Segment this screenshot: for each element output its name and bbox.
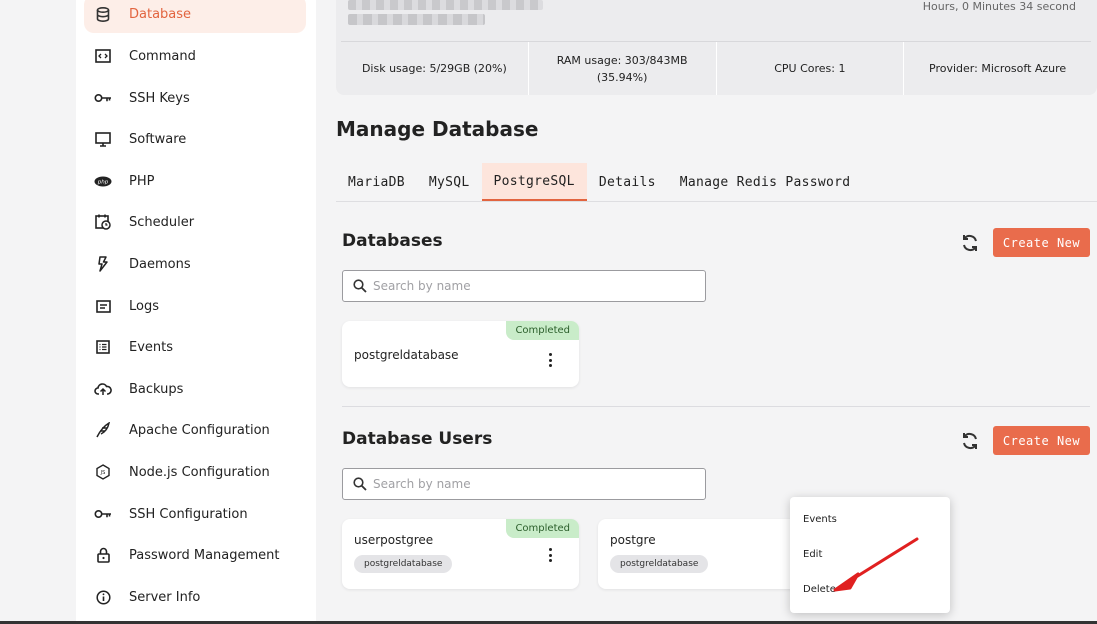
section-divider xyxy=(342,406,1090,407)
create-database-button[interactable]: Create New xyxy=(993,228,1090,257)
server-summary-card: Hours, 0 Minutes 34 second Disk usage: 5… xyxy=(336,0,1097,95)
sidebar-item-label: Database xyxy=(129,6,192,22)
ram-usage: RAM usage: 303/843MB (35.94%) xyxy=(529,42,717,95)
create-user-button[interactable]: Create New xyxy=(993,426,1090,455)
provider: Provider: Microsoft Azure xyxy=(929,62,1067,75)
svg-text:JS: JS xyxy=(100,470,106,476)
search-icon xyxy=(353,279,367,293)
sidebar-item-events[interactable]: Events xyxy=(84,328,306,366)
refresh-icon xyxy=(963,234,977,252)
svg-text:php: php xyxy=(97,179,109,185)
sidebar-item-php[interactable]: php PHP xyxy=(84,162,306,200)
database-tabs: MariaDB MySQL PostgreSQL Details Manage … xyxy=(336,163,862,201)
sidebar-item-label: PHP xyxy=(129,173,155,189)
sidebar-item-label: SSH Configuration xyxy=(129,506,248,522)
user-name: userpostgree xyxy=(354,533,434,547)
key-icon xyxy=(94,505,112,523)
page-title: Manage Database xyxy=(336,117,539,141)
ram-usage-line2: (35.94%) xyxy=(596,70,648,84)
php-icon: php xyxy=(94,172,112,190)
info-icon xyxy=(94,588,112,606)
sidebar-item-label: SSH Keys xyxy=(129,90,190,106)
sidebar-item-nodejs-configuration[interactable]: JS Node.js Configuration xyxy=(84,453,306,491)
calendar-clock-icon xyxy=(94,213,112,231)
redacted-server-address xyxy=(348,14,485,25)
database-name: postgreldatabase xyxy=(354,348,459,362)
list-icon xyxy=(94,338,112,356)
sidebar-item-label: Software xyxy=(129,131,187,147)
sidebar-item-logs[interactable]: Logs xyxy=(84,287,306,325)
logs-icon xyxy=(94,297,112,315)
database-search[interactable] xyxy=(342,270,706,302)
sidebar-item-label: Events xyxy=(129,339,174,355)
databases-title: Databases xyxy=(342,231,443,251)
database-card[interactable]: Completed postgreldatabase xyxy=(342,321,579,387)
status-badge: Completed xyxy=(506,321,579,340)
tab-mariadb[interactable]: MariaDB xyxy=(336,163,417,201)
sidebar-item-label: Password Management xyxy=(129,547,280,563)
sidebar-item-software[interactable]: Software xyxy=(84,120,306,158)
sidebar-item-backups[interactable]: Backups xyxy=(84,370,306,408)
sidebar-item-password-management[interactable]: Password Management xyxy=(84,536,306,574)
search-icon xyxy=(353,477,367,491)
sidebar-item-apache-configuration[interactable]: Apache Configuration xyxy=(84,411,306,449)
cloud-upload-icon xyxy=(94,380,112,398)
key-icon xyxy=(94,89,112,107)
sidebar-item-label: Server Info xyxy=(129,589,201,605)
sidebar-item-scheduler[interactable]: Scheduler xyxy=(84,203,306,241)
feather-icon xyxy=(94,421,112,439)
annotation-arrow-icon xyxy=(833,537,919,592)
sidebar-item-daemons[interactable]: Daemons xyxy=(84,245,306,283)
refresh-databases-button[interactable] xyxy=(959,232,981,254)
uptime-text: Hours, 0 Minutes 34 second xyxy=(922,0,1076,13)
status-badge: Completed xyxy=(506,519,579,538)
sidebar-item-label: Node.js Configuration xyxy=(129,464,270,480)
bolt-icon xyxy=(94,255,112,273)
database-chip: postgreldatabase xyxy=(354,555,453,573)
server-stats: Disk usage: 5/29GB (20%) RAM usage: 303/… xyxy=(341,41,1091,95)
tab-details[interactable]: Details xyxy=(587,163,668,201)
database-search-input[interactable] xyxy=(373,279,693,293)
tab-postgresql[interactable]: PostgreSQL xyxy=(481,163,587,201)
sidebar-item-label: Logs xyxy=(129,298,159,314)
redacted-server-name xyxy=(348,0,543,10)
more-options-icon[interactable] xyxy=(545,353,555,367)
tab-manage-redis-password[interactable]: Manage Redis Password xyxy=(668,163,863,201)
database-icon xyxy=(94,5,112,23)
user-search-input[interactable] xyxy=(373,477,693,491)
user-name: postgre xyxy=(610,533,656,547)
cpu-cores: CPU Cores: 1 xyxy=(717,42,905,95)
sidebar-item-label: Scheduler xyxy=(129,214,195,230)
database-users-title: Database Users xyxy=(342,429,493,449)
sidebar-item-database[interactable]: Database xyxy=(84,0,306,33)
user-card[interactable]: Completed userpostgree postgreldatabase xyxy=(342,519,579,589)
refresh-users-button[interactable] xyxy=(959,430,981,452)
database-chip: postgreldatabase xyxy=(610,555,709,573)
disk-usage: Disk usage: 5/29GB (20%) xyxy=(341,42,529,95)
sidebar-item-label: Command xyxy=(129,48,196,64)
more-options-icon[interactable] xyxy=(545,548,555,562)
sidebar-item-label: Apache Configuration xyxy=(129,422,270,438)
tab-mysql[interactable]: MySQL xyxy=(417,163,482,201)
sidebar-item-server-info[interactable]: Server Info xyxy=(84,578,306,616)
nodejs-icon: JS xyxy=(94,463,112,481)
ram-usage-line1: RAM usage: 303/843MB xyxy=(556,53,688,67)
terminal-icon xyxy=(94,47,112,65)
sidebar-item-label: Backups xyxy=(129,381,184,397)
sidebar-item-ssh-configuration[interactable]: SSH Configuration xyxy=(84,495,306,533)
sidebar-item-label: Daemons xyxy=(129,256,191,272)
menu-item-events[interactable]: Events xyxy=(803,514,837,525)
tab-divider xyxy=(336,201,1097,202)
sidebar: Database Command SSH Keys Software php P… xyxy=(76,0,316,621)
sidebar-item-command[interactable]: Command xyxy=(84,37,306,75)
monitor-icon xyxy=(94,130,112,148)
refresh-icon xyxy=(963,432,977,450)
lock-icon xyxy=(94,546,112,564)
sidebar-item-ssh-keys[interactable]: SSH Keys xyxy=(84,79,306,117)
user-search[interactable] xyxy=(342,468,706,500)
